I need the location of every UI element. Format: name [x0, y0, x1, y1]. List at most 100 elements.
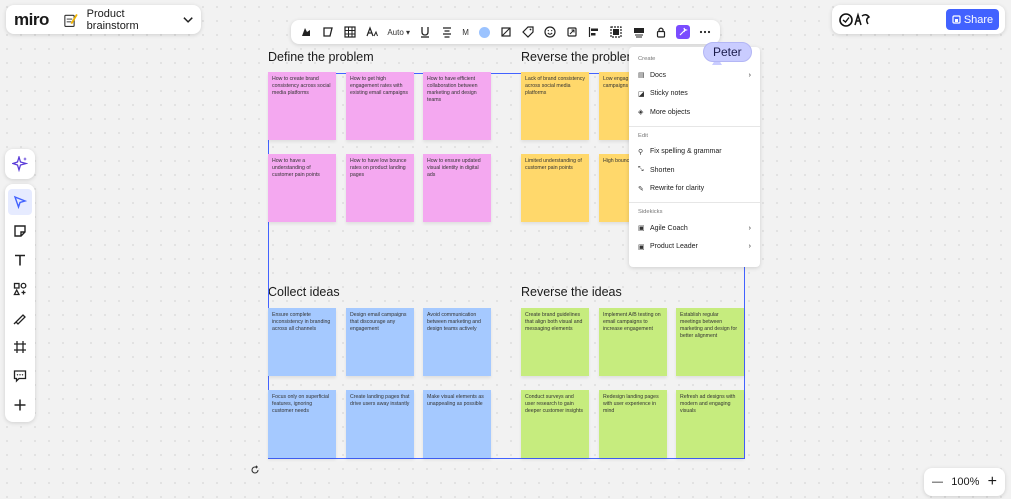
sticky-size-icon[interactable]	[499, 25, 513, 39]
sticky-note[interactable]: Refresh ad designs with modern and engag…	[676, 390, 744, 458]
menu-divider	[629, 202, 760, 203]
sticky-note[interactable]: Implement A/B testing on email campaigns…	[599, 308, 667, 376]
plus-icon	[14, 399, 26, 411]
zoom-controls: — 100% +	[924, 468, 1005, 496]
menu-item-label: Shorten	[650, 166, 675, 174]
comment-icon	[13, 370, 27, 383]
sticky-note[interactable]: How to have low bounce rates on product …	[346, 154, 414, 222]
shapes-icon: ◈	[638, 109, 644, 117]
sticky-note[interactable]: Create brand guidelines that align both …	[521, 308, 589, 376]
sticky-note[interactable]: Focus only on superficial features, igno…	[268, 390, 336, 458]
document-icon: ▤	[638, 72, 645, 80]
ai-shapes-icon[interactable]	[299, 25, 313, 39]
text-tool[interactable]	[8, 247, 32, 273]
shrink-icon: ⤡	[638, 166, 644, 174]
collaborator-cursor-label: Peter	[703, 42, 752, 62]
menu-item-label: Fix spelling & grammar	[650, 148, 722, 156]
menu-divider	[629, 125, 760, 127]
align-objects-icon[interactable]	[587, 25, 601, 39]
sticky-note[interactable]: Avoid communication between marketing an…	[423, 308, 491, 376]
pen-tool[interactable]	[8, 305, 32, 331]
menu-item-shorten[interactable]: ⤡ Shorten	[629, 161, 760, 180]
chevron-down-icon[interactable]	[183, 16, 193, 24]
link-icon[interactable]	[565, 25, 579, 39]
rewrite-icon: ✎	[638, 185, 644, 193]
menu-item-sticky-notes[interactable]: ◪ Sticky notes	[629, 85, 760, 104]
menu-item-docs[interactable]: ▤ Docs ›	[629, 66, 760, 85]
sticky-note[interactable]: Limited understanding of customer pain p…	[521, 154, 589, 222]
stack-icon[interactable]	[321, 25, 335, 39]
sticky-note[interactable]: How to have efficient collaboration betw…	[423, 72, 491, 140]
sticky-note[interactable]: Create landing pages that drive users aw…	[346, 390, 414, 458]
tag-icon[interactable]	[521, 25, 535, 39]
sticky-note[interactable]: How to ensure updated visual identity in…	[423, 154, 491, 222]
sticky-note-icon: ◪	[638, 90, 645, 98]
ai-dropdown-menu: Create ▤ Docs › ◪ Sticky notes ◈ More ob…	[629, 47, 760, 267]
menu-item-fix-spelling[interactable]: ⚲ Fix spelling & grammar	[629, 143, 760, 162]
sticky-note[interactable]: Make visual elements as unappealing as p…	[423, 390, 491, 458]
table-icon[interactable]	[343, 25, 357, 39]
sticky-note-tool[interactable]	[8, 218, 32, 244]
context-toolbar: Auto ▾ M	[291, 20, 720, 44]
sticky-note-icon	[14, 225, 26, 237]
sticky-note[interactable]: How to create brand consistency across s…	[268, 72, 336, 140]
lock-object-icon[interactable]	[654, 25, 668, 39]
sticky-note[interactable]: Establish regular meetings between marke…	[676, 308, 744, 376]
menu-section-edit: Edit	[638, 132, 648, 139]
section-title-define: Define the problem	[268, 50, 374, 64]
share-button[interactable]: Share	[946, 9, 999, 30]
fill-color-swatch	[478, 26, 490, 38]
board-title[interactable]: Product brainstorm	[87, 8, 173, 32]
text-color-icon[interactable]	[418, 25, 432, 39]
select-tool[interactable]	[8, 189, 32, 215]
chevron-right-icon: ›	[748, 71, 751, 79]
notepad-icon	[64, 13, 78, 27]
chevron-right-icon: ›	[748, 224, 751, 232]
card-icon[interactable]	[632, 25, 646, 39]
sticky-note[interactable]: Redesign landing pages with user experie…	[599, 390, 667, 458]
collaborators-icon[interactable]	[838, 11, 872, 29]
font-size-icon[interactable]	[365, 25, 379, 39]
chevron-right-icon: ›	[748, 243, 751, 251]
sidekick-icon: ▣	[638, 225, 645, 233]
group-icon[interactable]	[609, 25, 623, 39]
font-size-value: Auto	[387, 27, 404, 37]
sticky-note[interactable]: Ensure complete inconsistency in brandin…	[268, 308, 336, 376]
more-options-icon[interactable]	[698, 25, 712, 39]
zoom-level[interactable]: 100%	[951, 476, 979, 488]
frame-icon	[14, 341, 26, 353]
font-size-select[interactable]: Auto ▾	[387, 25, 410, 39]
board-panel: miro Product brainstorm	[6, 5, 201, 34]
font-style-button[interactable]: M	[462, 25, 469, 39]
frame-tool[interactable]	[8, 334, 32, 360]
align-center-icon[interactable]	[440, 25, 454, 39]
miro-logo[interactable]: miro	[14, 10, 49, 30]
menu-item-label: Sticky notes	[650, 90, 688, 98]
add-more-tool[interactable]	[8, 392, 32, 418]
rotate-handle-icon[interactable]	[250, 465, 260, 475]
sticky-note[interactable]: Conduct surveys and user research to gai…	[521, 390, 589, 458]
menu-section-sidekicks: Sidekicks	[638, 209, 663, 215]
menu-item-label: Docs	[650, 71, 666, 79]
menu-item-agile-coach[interactable]: ▣ Agile Coach ›	[629, 219, 760, 238]
zoom-in-button[interactable]: +	[988, 473, 997, 491]
lock-icon	[952, 15, 961, 24]
sticky-note[interactable]: How to have a understanding of customer …	[268, 154, 336, 222]
shapes-tool[interactable]	[8, 276, 32, 302]
sticky-note[interactable]: How to get high engagement rates with ex…	[346, 72, 414, 140]
menu-item-product-leader[interactable]: ▣ Product Leader ›	[629, 238, 760, 257]
menu-item-rewrite[interactable]: ✎ Rewrite for clarity	[629, 180, 760, 199]
menu-item-more-objects[interactable]: ◈ More objects	[629, 103, 760, 122]
comment-tool[interactable]	[8, 363, 32, 389]
ai-sparkle-tool[interactable]	[5, 149, 35, 179]
fill-color-button[interactable]	[477, 25, 491, 39]
ai-assist-button[interactable]	[675, 25, 690, 39]
zoom-out-button[interactable]: —	[932, 476, 943, 488]
cursor-arrow-icon	[13, 195, 27, 209]
sidekick-icon: ▣	[638, 243, 645, 251]
font-style-label: M	[462, 27, 469, 37]
emoji-icon[interactable]	[543, 25, 557, 39]
sticky-note[interactable]: Lack of brand consistency across social …	[521, 72, 589, 140]
sticky-note[interactable]: Design email campaigns that discourage a…	[346, 308, 414, 376]
sparkle-icon	[12, 156, 28, 172]
